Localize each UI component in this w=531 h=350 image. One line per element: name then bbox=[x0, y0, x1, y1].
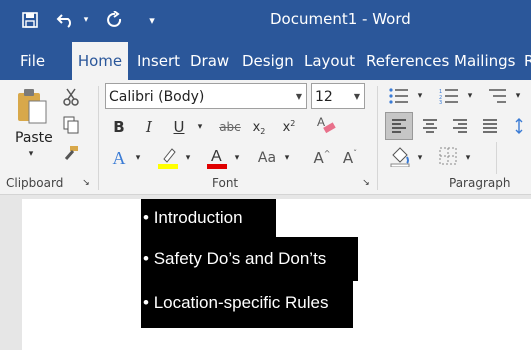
customize-icon[interactable]: ▾ bbox=[140, 8, 164, 32]
font-name-dropdown-icon: ▼ bbox=[295, 92, 302, 101]
tab-references[interactable]: References bbox=[366, 42, 449, 80]
document-area: • Introduction • Safety Do’s and Don’ts … bbox=[0, 195, 531, 350]
tab-draw[interactable]: Draw bbox=[190, 42, 229, 80]
redo-icon[interactable] bbox=[103, 8, 127, 32]
divider bbox=[496, 142, 497, 174]
bold-icon[interactable]: B bbox=[108, 116, 130, 138]
tab-home[interactable]: Home bbox=[72, 42, 128, 80]
borders-icon[interactable] bbox=[436, 144, 460, 168]
align-left-icon[interactable] bbox=[385, 112, 413, 140]
multilevel-dropdown-icon[interactable]: ▾ bbox=[512, 84, 524, 108]
font-color-dropdown-icon[interactable]: ▾ bbox=[231, 146, 243, 170]
superscript-icon[interactable]: x2 bbox=[278, 116, 300, 138]
text-effects-dropdown-icon[interactable]: ▾ bbox=[132, 146, 144, 170]
numbering-dropdown-icon[interactable]: ▾ bbox=[464, 84, 476, 108]
ribbon: Paste ▾ Clipboard ↘ Calibri (Body) ▼ 12 … bbox=[0, 80, 531, 195]
bullet-text: Location-specific Rules bbox=[153, 293, 329, 312]
align-right-icon[interactable] bbox=[446, 112, 474, 140]
title-bar: ▾ ▾ Document1 - Word bbox=[0, 0, 531, 42]
divider bbox=[377, 86, 378, 190]
underline-icon[interactable]: U bbox=[168, 116, 190, 138]
change-case-icon[interactable]: Aa bbox=[254, 146, 280, 170]
tab-file[interactable]: File bbox=[20, 42, 45, 80]
ribbon-tabs: File Home Insert Draw Design Layout Refe… bbox=[0, 42, 531, 80]
grow-font-icon[interactable]: A ^ bbox=[311, 146, 333, 170]
tab-design[interactable]: Design bbox=[242, 42, 294, 80]
list-item[interactable]: • Introduction bbox=[141, 199, 276, 237]
borders-dropdown-icon[interactable]: ▾ bbox=[462, 146, 474, 170]
tab-insert[interactable]: Insert bbox=[137, 42, 180, 80]
font-size-select[interactable]: 12 ▼ bbox=[311, 83, 365, 109]
cut-icon[interactable] bbox=[60, 86, 82, 108]
tab-review[interactable]: R bbox=[524, 42, 531, 80]
clear-formatting-icon[interactable]: A bbox=[314, 112, 338, 138]
copy-icon[interactable] bbox=[60, 114, 82, 136]
shading-dropdown-icon[interactable]: ▾ bbox=[414, 146, 426, 170]
font-size-dropdown-icon: ▼ bbox=[353, 92, 360, 101]
bullet: • bbox=[143, 293, 149, 312]
shrink-font-icon[interactable]: Aˇ bbox=[339, 146, 361, 170]
svg-text:A: A bbox=[317, 115, 325, 129]
bullet: • bbox=[143, 249, 149, 268]
font-group-label: Font bbox=[212, 176, 239, 190]
list-item[interactable]: • Safety Do’s and Don’ts bbox=[141, 237, 358, 281]
bullet-text: Introduction bbox=[153, 208, 243, 227]
bullet: • bbox=[143, 208, 149, 227]
font-name-value: Calibri (Body) bbox=[109, 89, 205, 105]
undo-dropdown-icon[interactable]: ▾ bbox=[78, 8, 94, 32]
paste-button[interactable]: Paste bbox=[15, 130, 53, 146]
shading-icon[interactable] bbox=[388, 144, 412, 168]
paste-icon[interactable] bbox=[14, 86, 50, 126]
text-effects-icon[interactable]: A bbox=[108, 146, 130, 170]
undo-icon[interactable] bbox=[54, 8, 78, 32]
bullets-dropdown-icon[interactable]: ▾ bbox=[414, 84, 426, 108]
document-page[interactable]: • Introduction • Safety Do’s and Don’ts … bbox=[22, 199, 531, 350]
underline-dropdown-icon[interactable]: ▾ bbox=[193, 116, 207, 138]
subscript-icon[interactable]: x2 bbox=[248, 116, 270, 138]
svg-text:3: 3 bbox=[439, 100, 442, 104]
italic-icon[interactable]: I bbox=[138, 116, 160, 138]
align-center-icon[interactable] bbox=[416, 112, 444, 140]
svg-text:A: A bbox=[211, 148, 222, 165]
clipboard-group-label: Clipboard bbox=[6, 176, 64, 190]
numbering-icon[interactable]: 123 bbox=[436, 84, 462, 108]
multilevel-list-icon[interactable] bbox=[484, 84, 510, 108]
save-icon[interactable] bbox=[18, 8, 42, 32]
format-painter-icon[interactable] bbox=[60, 142, 82, 164]
font-launcher-icon[interactable]: ↘ bbox=[360, 177, 372, 189]
bullet-text: Safety Do’s and Don’ts bbox=[153, 249, 327, 268]
list-item[interactable]: • Location-specific Rules bbox=[141, 281, 353, 328]
bullets-icon[interactable] bbox=[386, 84, 412, 108]
paragraph-group-label: Paragraph bbox=[449, 176, 511, 190]
highlight-icon[interactable] bbox=[155, 144, 181, 170]
highlight-dropdown-icon[interactable]: ▾ bbox=[182, 146, 194, 170]
clipboard-launcher-icon[interactable]: ↘ bbox=[80, 177, 92, 189]
font-size-value: 12 bbox=[315, 89, 333, 105]
justify-icon[interactable] bbox=[476, 112, 504, 140]
paste-dropdown-icon[interactable]: ▾ bbox=[24, 148, 38, 160]
font-name-select[interactable]: Calibri (Body) ▼ bbox=[105, 83, 307, 109]
strikethrough-icon[interactable]: abc bbox=[216, 116, 244, 138]
font-color-icon[interactable]: A bbox=[204, 144, 230, 170]
line-spacing-icon[interactable] bbox=[512, 112, 531, 140]
divider bbox=[98, 86, 99, 190]
change-case-dropdown-icon[interactable]: ▾ bbox=[281, 146, 293, 170]
tab-layout[interactable]: Layout bbox=[304, 42, 355, 80]
window-title: Document1 - Word bbox=[270, 10, 411, 28]
tab-mailings[interactable]: Mailings bbox=[454, 42, 515, 80]
